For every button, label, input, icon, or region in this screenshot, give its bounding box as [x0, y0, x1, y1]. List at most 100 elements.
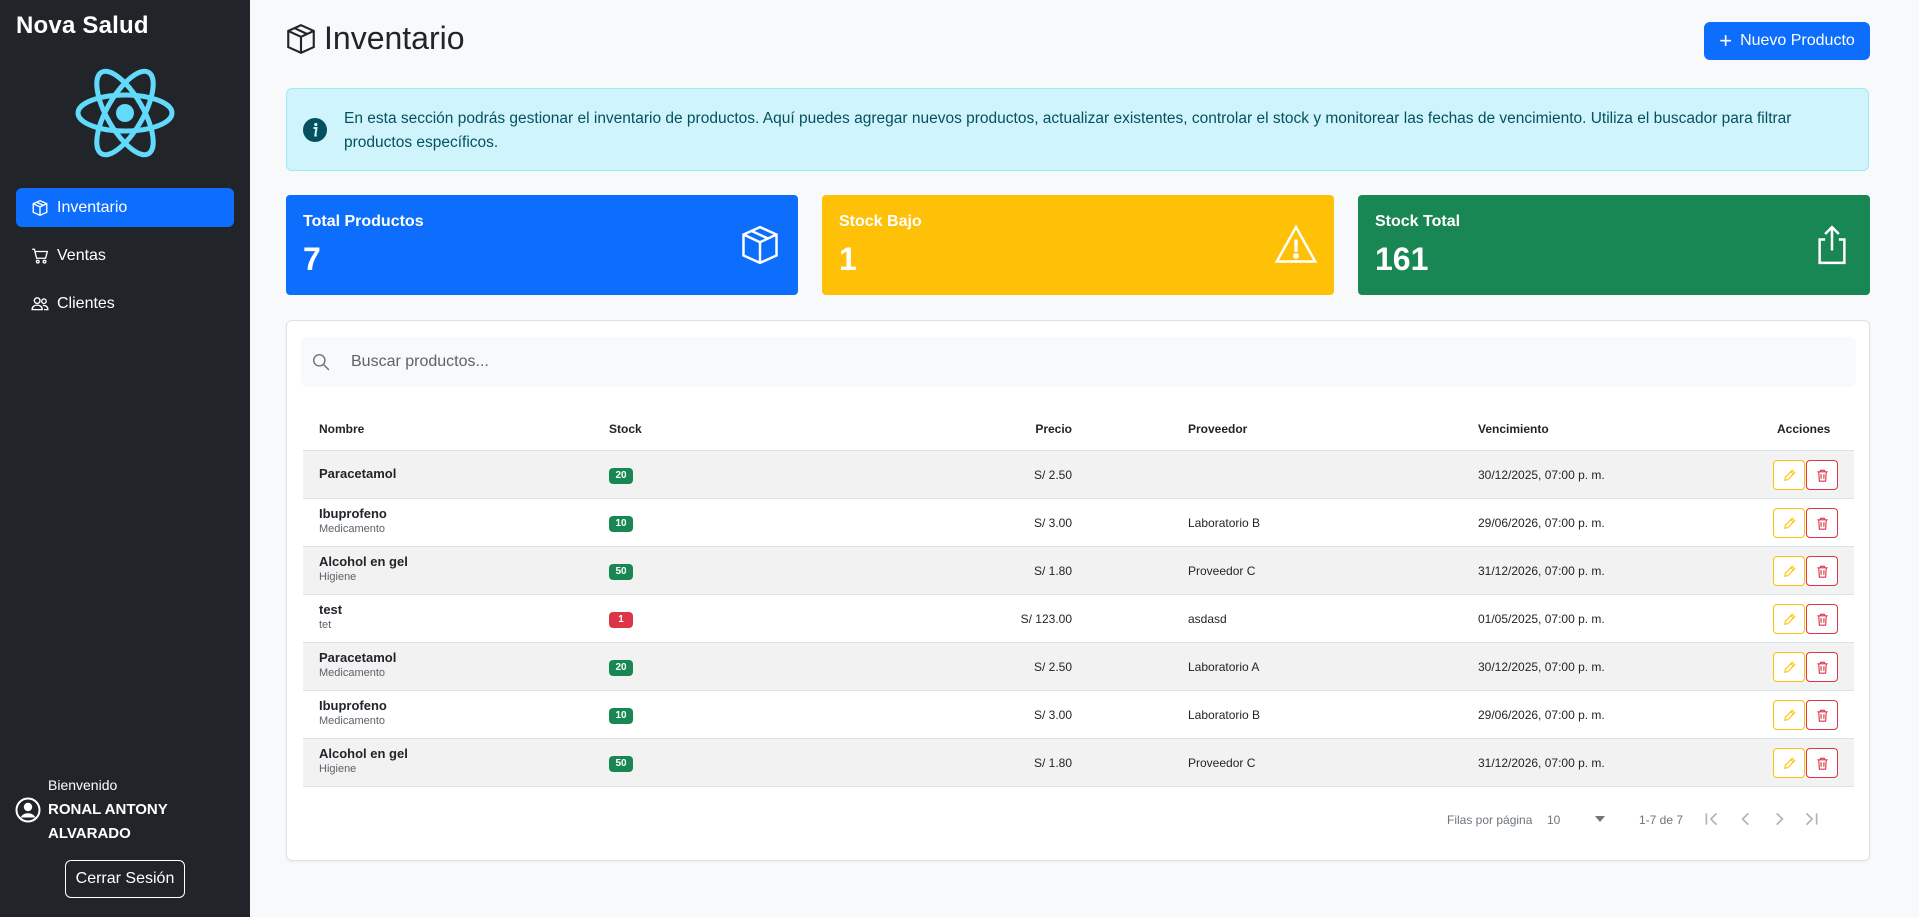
- table-row: test tet 1 S/ 123.00 asdasd 01/05/2025, 07:00…: [303, 595, 1854, 643]
- edit-button[interactable]: [1773, 556, 1805, 586]
- last-page-icon[interactable]: [1802, 810, 1820, 828]
- table-row: Ibuprofeno Medicamento 10 S/ 3.00 Laboratori…: [303, 499, 1854, 547]
- cell-acciones: [1773, 748, 1838, 778]
- first-page-icon[interactable]: [1703, 810, 1721, 828]
- trash-icon: [1815, 756, 1830, 771]
- trash-icon: [1815, 660, 1830, 675]
- cell-nombre: Alcohol en gel Higiene: [319, 746, 408, 775]
- cell-precio: S/ 2.50: [1033, 660, 1072, 674]
- cell-stock: 1: [609, 611, 633, 628]
- sidebar-item-label: Inventario: [57, 198, 128, 216]
- next-page-icon[interactable]: [1770, 810, 1788, 828]
- column-header-proveedor[interactable]: Proveedor: [1188, 422, 1247, 436]
- pencil-icon: [1782, 756, 1797, 771]
- sidebar-item-ventas[interactable]: Ventas: [16, 236, 234, 275]
- cell-proveedor: Laboratorio B: [1188, 708, 1261, 722]
- product-name: Paracetamol: [319, 466, 397, 481]
- sidebar-item-clientes[interactable]: Clientes: [16, 284, 234, 323]
- cell-nombre: Ibuprofeno Medicamento: [319, 506, 387, 535]
- box-icon: [31, 199, 49, 217]
- stock-badge: 20: [609, 660, 633, 676]
- cell-stock: 50: [609, 563, 633, 580]
- delete-button[interactable]: [1806, 604, 1838, 634]
- product-name: Ibuprofeno: [319, 698, 387, 713]
- new-product-button[interactable]: + Nuevo Producto: [1704, 22, 1870, 60]
- edit-button[interactable]: [1773, 460, 1805, 490]
- product-category: Higiene: [319, 763, 357, 775]
- search-input[interactable]: [351, 347, 1831, 377]
- cell-precio: S/ 1.80: [1033, 564, 1072, 578]
- pagination: Filas por página 10 1-7 de 7: [1447, 808, 1857, 832]
- new-product-label: Nuevo Producto: [1740, 32, 1855, 49]
- edit-button[interactable]: [1773, 700, 1805, 730]
- cell-nombre: Paracetamol Medicamento: [319, 650, 396, 679]
- stock-badge: 50: [609, 756, 633, 772]
- pencil-icon: [1782, 660, 1797, 675]
- delete-button[interactable]: [1806, 460, 1838, 490]
- trash-icon: [1815, 468, 1830, 483]
- logout-button[interactable]: Cerrar Sesión: [65, 860, 185, 898]
- page-title-text: Inventario: [324, 20, 465, 56]
- column-header-vencimiento[interactable]: Vencimiento: [1478, 422, 1549, 436]
- chevron-down-icon[interactable]: [1595, 816, 1605, 822]
- cell-acciones: [1773, 556, 1838, 586]
- info-alert-text: En esta sección podrás gestionar el inve…: [344, 110, 1792, 151]
- box-arrow-up-icon: [1818, 225, 1846, 265]
- info-alert: En esta sección podrás gestionar el inve…: [286, 88, 1869, 171]
- table-header: Nombre Stock Precio Proveedor Vencimient…: [303, 407, 1854, 451]
- sidebar-item-inventario[interactable]: Inventario: [16, 188, 234, 227]
- stat-card-stock-total: Stock Total 161: [1358, 195, 1870, 295]
- trash-icon: [1815, 612, 1830, 627]
- column-header-precio[interactable]: Precio: [1035, 422, 1072, 436]
- cell-vencimiento: 31/12/2026, 07:00 p. m.: [1478, 564, 1605, 578]
- rows-per-page-label: Filas por página: [1447, 813, 1533, 827]
- edit-button[interactable]: [1773, 604, 1805, 634]
- cell-nombre: Paracetamol: [319, 466, 396, 481]
- box-icon: [742, 225, 778, 265]
- sidebar-item-label: Clientes: [57, 294, 115, 312]
- edit-button[interactable]: [1773, 652, 1805, 682]
- delete-button[interactable]: [1806, 748, 1838, 778]
- stat-value: 7: [303, 241, 321, 277]
- inventory-table: Nombre Stock Precio Proveedor Vencimient…: [303, 407, 1854, 787]
- cell-precio: S/ 1.80: [1033, 756, 1072, 770]
- cell-proveedor: Proveedor C: [1188, 564, 1256, 578]
- stat-card-total-productos: Total Productos 7: [286, 195, 798, 295]
- column-header-stock[interactable]: Stock: [609, 422, 642, 436]
- cell-stock: 50: [609, 755, 633, 772]
- delete-button[interactable]: [1806, 700, 1838, 730]
- cell-precio: S/ 3.00: [1033, 708, 1072, 722]
- cell-proveedor: Laboratorio A: [1188, 660, 1260, 674]
- search-icon: [312, 353, 330, 371]
- cell-acciones: [1773, 604, 1838, 634]
- table-body: Paracetamol 20 S/ 2.50 30/12/2025, 07:00 p.…: [303, 451, 1854, 787]
- cell-proveedor: Proveedor C: [1188, 756, 1256, 770]
- previous-page-icon[interactable]: [1737, 810, 1755, 828]
- stock-badge: 1: [609, 612, 633, 628]
- cell-stock: 10: [609, 707, 633, 724]
- cell-proveedor: Laboratorio B: [1188, 516, 1261, 530]
- cell-nombre: Ibuprofeno Medicamento: [319, 698, 387, 727]
- column-header-nombre[interactable]: Nombre: [319, 422, 364, 436]
- product-category: Medicamento: [319, 523, 386, 535]
- edit-button[interactable]: [1773, 748, 1805, 778]
- plus-icon: +: [1719, 28, 1733, 53]
- cell-vencimiento: 31/12/2026, 07:00 p. m.: [1478, 756, 1605, 770]
- stat-value: 161: [1375, 241, 1429, 277]
- info-circle-icon: [303, 118, 327, 142]
- sidebar: Nova Salud Inventario Ventas Clientes Bi…: [0, 0, 250, 917]
- trash-icon: [1815, 564, 1830, 579]
- delete-button[interactable]: [1806, 508, 1838, 538]
- cell-precio: S/ 123.00: [1020, 612, 1072, 626]
- table-row: Alcohol en gel Higiene 50 S/ 1.80 Proveedor …: [303, 739, 1854, 787]
- rows-per-page-select[interactable]: 10: [1547, 813, 1560, 827]
- delete-button[interactable]: [1806, 652, 1838, 682]
- product-name: Alcohol en gel: [319, 746, 408, 761]
- edit-button[interactable]: [1773, 508, 1805, 538]
- cell-vencimiento: 29/06/2026, 07:00 p. m.: [1478, 516, 1605, 530]
- trash-icon: [1815, 708, 1830, 723]
- user-circle-icon: [15, 797, 41, 823]
- product-category: Higiene: [319, 571, 357, 583]
- product-name: Ibuprofeno: [319, 506, 387, 521]
- delete-button[interactable]: [1806, 556, 1838, 586]
